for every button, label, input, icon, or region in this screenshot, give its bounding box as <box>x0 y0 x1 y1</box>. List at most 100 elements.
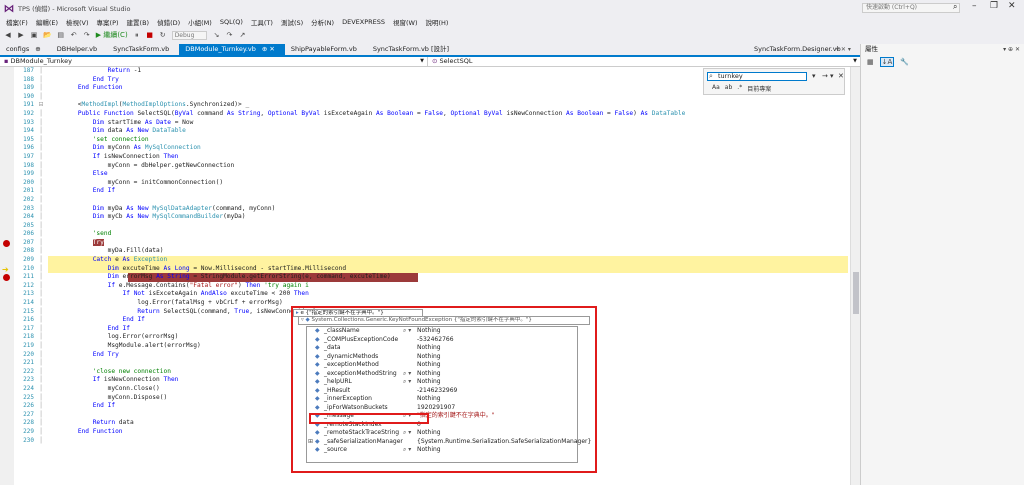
find-options-icon[interactable]: ▾ <box>812 72 816 80</box>
continue-button[interactable]: ▶ 繼續(C) <box>96 30 128 40</box>
save-icon[interactable]: ▤ <box>57 31 65 39</box>
step-into-icon[interactable]: ↘ <box>212 31 220 39</box>
menu-item[interactable]: 檔案(F) <box>6 17 28 27</box>
stop-icon[interactable]: ■ <box>146 31 154 39</box>
menu-item[interactable]: 小組(M) <box>188 17 212 27</box>
nav-forward-icon[interactable]: ▶ <box>17 31 25 39</box>
restart-icon[interactable]: ↻ <box>159 31 167 39</box>
vertical-scrollbar[interactable] <box>850 67 860 485</box>
collapse-icon[interactable]: ⊟ <box>36 101 46 110</box>
menu-item[interactable]: 分析(N) <box>311 17 334 27</box>
code-line[interactable]: End If <box>48 187 848 196</box>
code-line[interactable]: Dim myDa As New MySqlDataAdapter(command… <box>48 205 848 214</box>
code-line[interactable]: 'set connection <box>48 136 848 145</box>
menu-item[interactable]: 說明(H) <box>426 17 449 27</box>
step-out-icon[interactable]: ↗ <box>238 31 246 39</box>
code-line[interactable]: myDa.Fill(data) <box>48 247 848 256</box>
outline-line: │ <box>39 419 43 427</box>
code-line[interactable]: Dim excuteTime As Long = Now.Millisecond… <box>48 264 848 274</box>
type-dropdown[interactable]: ▪ DBModule_Turnkey ▼ <box>0 57 428 66</box>
method-icon: ⊙ <box>432 57 438 65</box>
pause-icon[interactable]: ⏸ <box>133 31 141 40</box>
code-line[interactable]: Dim myCb As New MySqlCommandBuilder(myDa… <box>48 213 848 222</box>
menu-item[interactable]: 工具(T) <box>251 17 273 27</box>
line-number: 194 <box>23 127 34 135</box>
open-file-icon[interactable]: 📂 <box>43 31 52 39</box>
search-icon[interactable]: ⌕ <box>953 2 957 12</box>
code-line[interactable]: If Not isExceteAgain AndAlso excuteTime … <box>48 290 848 299</box>
minimize-button[interactable]: – <box>972 1 977 11</box>
menu-item[interactable]: 視窗(W) <box>393 17 418 27</box>
line-number: 193 <box>23 118 34 126</box>
pin-icon[interactable]: ⊕ <box>35 45 40 53</box>
tab-synctaskform[interactable]: SyncTaskForm.vb <box>107 44 179 55</box>
breakpoint-icon[interactable] <box>3 274 10 282</box>
redo-icon[interactable]: ↷ <box>83 31 91 39</box>
code-line[interactable]: If isNewConnection Then <box>48 153 848 162</box>
tab-overflow-icon[interactable]: ▾ ✕ ▾ <box>836 46 851 53</box>
glyph-margin[interactable]: ➔ <box>0 67 14 485</box>
tab-synctaskform-design[interactable]: SyncTaskForm.vb [設計] <box>367 44 459 55</box>
find-scope-select[interactable]: 目前專案 <box>747 84 771 93</box>
match-case-icon[interactable]: Aa <box>712 84 720 93</box>
code-line[interactable]: myConn = dbHelper.getNewConnection <box>48 162 848 171</box>
code-line[interactable]: Try <box>48 238 848 248</box>
close-tab-icon[interactable]: ✕ <box>269 45 274 53</box>
code-line[interactable]: 'send <box>48 230 848 239</box>
outline-line: │ <box>39 204 43 212</box>
code-line[interactable]: Dim errorMsg As String = StringModule.ge… <box>48 273 848 282</box>
code-line[interactable]: Dim myConn As MySqlConnection <box>48 144 848 153</box>
menu-item[interactable]: DEVEXPRESS <box>342 18 385 26</box>
pin-icon[interactable]: ⊕ <box>262 45 267 53</box>
breakpoint-icon[interactable] <box>3 240 10 247</box>
menu-item[interactable]: 測試(S) <box>281 17 303 27</box>
code-line[interactable]: Dim data As New DataTable <box>48 127 848 136</box>
outline-line: │ <box>39 92 43 100</box>
menu-item[interactable]: 偵錯(D) <box>157 17 180 27</box>
menu-item[interactable]: 專案(P) <box>97 17 119 27</box>
categorized-icon[interactable]: ▦ <box>865 57 876 67</box>
line-number: 222 <box>23 367 34 375</box>
property-pages-icon[interactable]: 🔧 <box>898 57 911 67</box>
code-line[interactable]: If e.Message.Contains("Fatal error") The… <box>48 282 848 291</box>
whole-word-icon[interactable]: ab <box>725 84 733 93</box>
tab-label: SyncTaskForm.Designer.vb <box>754 45 841 53</box>
code-line[interactable]: Dim startTime As Date = Now <box>48 119 848 128</box>
find-dropdown-icon[interactable]: ▾ <box>830 72 834 80</box>
config-select[interactable]: Debug <box>171 30 208 40</box>
maximize-button[interactable]: ❐ <box>990 1 998 11</box>
scroll-thumb[interactable] <box>853 272 859 314</box>
step-over-icon[interactable]: ↷ <box>225 31 233 39</box>
regex-icon[interactable]: .* <box>737 84 742 93</box>
find-next-icon[interactable]: → <box>822 72 828 80</box>
line-number: 200 <box>23 178 34 186</box>
close-icon[interactable]: ✕ <box>838 72 844 80</box>
menu-item[interactable]: 編輯(E) <box>36 17 58 27</box>
code-line[interactable]: Else <box>48 170 848 179</box>
member-dropdown[interactable]: ⊙ SelectSQL ▼ <box>428 57 860 66</box>
quick-launch-input[interactable]: 快速啟動 (Ctrl+Q) <box>862 3 960 13</box>
find-input[interactable]: ⌕ turnkey <box>707 72 807 81</box>
tab-dbmodule-turnkey[interactable]: DBModule_Turnkey.vb ⊕ ✕ <box>179 44 285 55</box>
collapse-icon: │ <box>39 256 43 264</box>
tab-shippayableform[interactable]: ShipPayableForm.vb <box>285 44 367 55</box>
panel-title: 屬性 <box>865 45 878 53</box>
panel-controls-icon[interactable]: ▾ ⊕ ✕ <box>1003 44 1020 55</box>
line-number: 211 <box>23 273 34 281</box>
code-line[interactable]: Catch e As Exception <box>48 256 848 265</box>
tab-dbhelper[interactable]: DBHelper.vb <box>51 44 107 55</box>
menu-item[interactable]: 建置(B) <box>127 17 150 27</box>
code-line[interactable] <box>48 196 848 205</box>
close-button[interactable]: ✕ <box>1008 1 1016 11</box>
menu-item[interactable]: 檢視(V) <box>66 17 89 27</box>
nav-back-icon[interactable]: ◀ <box>4 31 12 39</box>
code-line[interactable]: myConn = initCommonConnection() <box>48 179 848 188</box>
code-line[interactable]: Public Function SelectSQL(ByVal command … <box>48 110 848 119</box>
new-project-icon[interactable]: ▣ <box>30 31 38 39</box>
code-line[interactable] <box>48 222 848 231</box>
code-line[interactable]: <MethodImpl(MethodImplOptions.Synchroniz… <box>48 101 848 110</box>
alphabetical-icon[interactable]: ↓A <box>879 57 895 67</box>
tab-configs[interactable]: configs ⊕ <box>0 44 51 55</box>
undo-icon[interactable]: ↶ <box>70 31 78 39</box>
menu-item[interactable]: SQL(Q) <box>220 18 243 26</box>
